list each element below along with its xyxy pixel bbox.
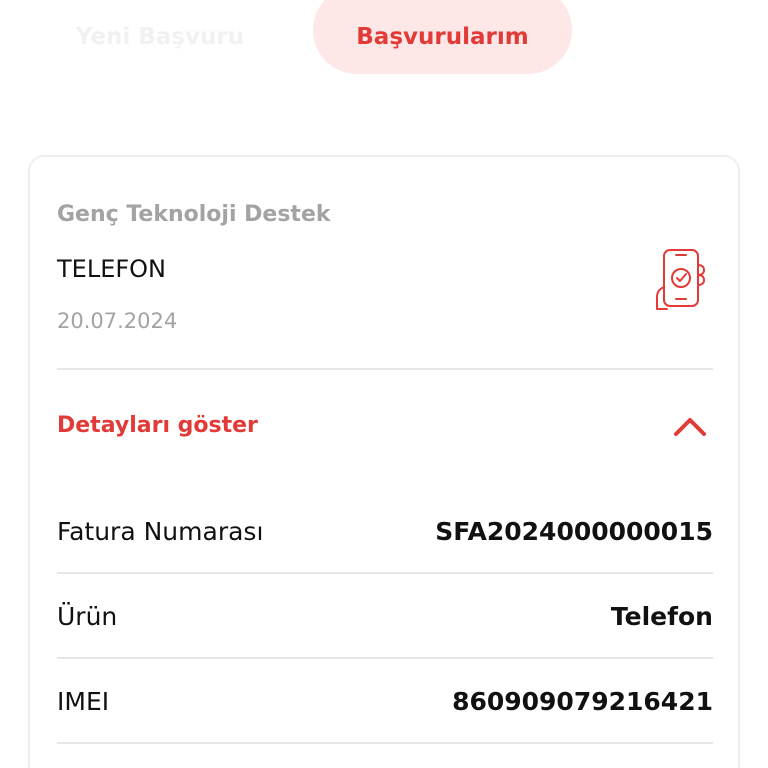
- divider: [57, 368, 713, 370]
- application-card: Genç Teknoloji Destek TELEFON 20.07.2024…: [28, 155, 740, 768]
- detail-row-product: Ürün Telefon: [57, 574, 713, 658]
- product-type: TELEFON: [57, 255, 167, 283]
- detail-row-invoice: Fatura Numarası SFA2024000000015: [57, 489, 713, 573]
- detail-label: Fatura Numarası: [57, 517, 264, 546]
- detail-value: SFA2024000000015: [435, 517, 713, 546]
- chevron-up-icon: [674, 418, 706, 436]
- tab-bar: Yeni Başvuru Başvurularım: [0, 0, 768, 74]
- program-name: Genç Teknoloji Destek: [57, 202, 331, 227]
- detail-label: IMEI: [57, 687, 110, 716]
- detail-row-imei: IMEI 860909079216421: [57, 659, 713, 743]
- details-toggle-label: Detayları göster: [57, 413, 258, 438]
- detail-value: Telefon: [610, 602, 713, 631]
- details-toggle[interactable]: Detayları göster: [57, 397, 713, 451]
- phone-check-icon: [656, 249, 705, 310]
- detail-value: 860909079216421: [452, 687, 713, 716]
- tab-my-applications[interactable]: Başvurularım: [313, 0, 572, 74]
- divider: [57, 742, 713, 744]
- tab-new-application[interactable]: Yeni Başvuru: [50, 0, 270, 74]
- detail-label: Ürün: [57, 602, 118, 631]
- application-date: 20.07.2024: [57, 309, 178, 333]
- page: Yeni Başvuru Başvurularım Genç Teknoloji…: [0, 0, 768, 768]
